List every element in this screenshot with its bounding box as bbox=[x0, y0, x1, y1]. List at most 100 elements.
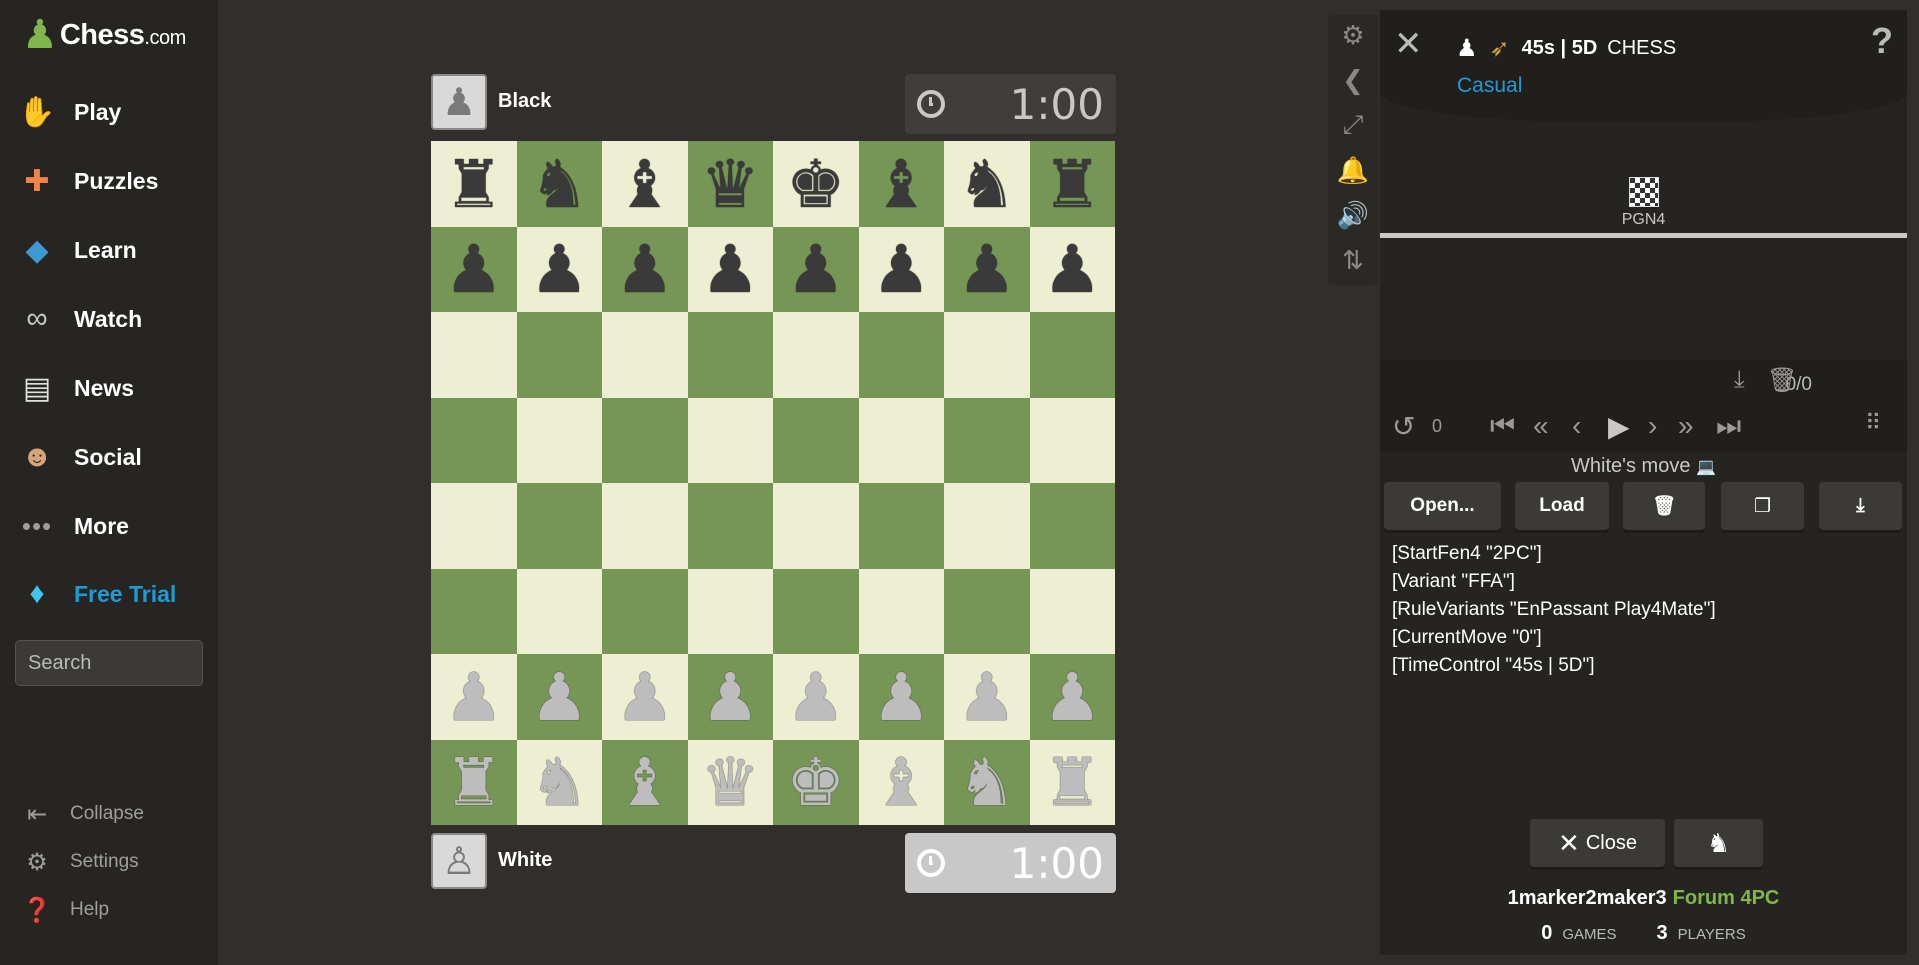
white-pawn-piece[interactable]: ♟ bbox=[530, 664, 589, 730]
trash-icon[interactable]: 🗑 bbox=[1767, 366, 1797, 395]
square-d2[interactable]: ♟ bbox=[687, 654, 773, 740]
last-move-icon[interactable]: ⏭ bbox=[1716, 410, 1741, 443]
square-c5[interactable] bbox=[602, 397, 688, 483]
black-pawn-piece[interactable]: ♟ bbox=[701, 236, 760, 302]
load-button[interactable]: Load bbox=[1515, 482, 1609, 530]
avatar[interactable]: ♙ bbox=[431, 833, 487, 889]
square-f3[interactable] bbox=[858, 568, 944, 654]
white-pawn-piece[interactable]: ♟ bbox=[872, 664, 931, 730]
white-pawn-piece[interactable]: ♟ bbox=[957, 664, 1016, 730]
square-d3[interactable] bbox=[687, 568, 773, 654]
square-d5[interactable] bbox=[687, 397, 773, 483]
square-f6[interactable] bbox=[858, 312, 944, 398]
square-e4[interactable] bbox=[773, 483, 859, 569]
square-g4[interactable] bbox=[944, 483, 1030, 569]
square-e5[interactable] bbox=[773, 397, 859, 483]
square-a6[interactable] bbox=[431, 312, 517, 398]
square-g5[interactable] bbox=[944, 397, 1030, 483]
black-rook-piece[interactable]: ♜ bbox=[1043, 151, 1102, 217]
square-a4[interactable] bbox=[431, 483, 517, 569]
black-knight-piece[interactable]: ♞ bbox=[957, 151, 1016, 217]
black-rook-piece[interactable]: ♜ bbox=[444, 151, 503, 217]
square-a3[interactable] bbox=[431, 568, 517, 654]
username[interactable]: 1marker2maker3 bbox=[1508, 887, 1667, 909]
flip-board-icon[interactable]: ⇅ bbox=[1328, 240, 1378, 280]
next-move-icon[interactable]: › bbox=[1648, 410, 1657, 442]
sidebar-item-learn[interactable]: ◆ Learn bbox=[16, 225, 206, 275]
chess-board[interactable]: ♜ ♞ ♝ ♛ ♚ ♝ ♞ ♜ ♟ ♟ ♟ ♟ ♟ ♟ ♟ ♟ ♟ ♟ ♟ ♟ ♟ ♟ ♟ ♟ ♜ ♞ ♝ ♛ ♚ ♝ ♞ ♜ bbox=[431, 141, 1115, 825]
white-knight-piece[interactable]: ♞ bbox=[957, 749, 1016, 815]
sidebar-item-news[interactable]: ▤ News bbox=[16, 363, 206, 413]
copy-pgn-button[interactable]: ❐ bbox=[1721, 482, 1804, 530]
square-a5[interactable] bbox=[431, 397, 517, 483]
square-g7[interactable]: ♟ bbox=[944, 226, 1030, 312]
square-g6[interactable] bbox=[944, 312, 1030, 398]
square-b7[interactable]: ♟ bbox=[516, 226, 602, 312]
square-b4[interactable] bbox=[516, 483, 602, 569]
square-c3[interactable] bbox=[602, 568, 688, 654]
search-input[interactable] bbox=[15, 640, 203, 686]
white-bishop-piece[interactable]: ♝ bbox=[872, 749, 931, 815]
square-h8[interactable]: ♜ bbox=[1029, 141, 1115, 227]
top-player-name[interactable]: Black bbox=[498, 90, 551, 113]
square-a2[interactable]: ♟ bbox=[431, 654, 517, 740]
square-d7[interactable]: ♟ bbox=[687, 226, 773, 312]
forum-link[interactable]: Forum 4PC bbox=[1673, 887, 1780, 909]
square-b2[interactable]: ♟ bbox=[516, 654, 602, 740]
square-c1[interactable]: ♝ bbox=[602, 739, 688, 825]
square-e6[interactable] bbox=[773, 312, 859, 398]
square-b3[interactable] bbox=[516, 568, 602, 654]
black-knight-piece[interactable]: ♞ bbox=[530, 151, 589, 217]
chess-com-logo[interactable]: ♟ Chess.com bbox=[22, 10, 186, 60]
collapse-button[interactable]: ⇤ Collapse bbox=[20, 797, 144, 831]
square-f7[interactable]: ♟ bbox=[858, 226, 944, 312]
square-c8[interactable]: ♝ bbox=[602, 141, 688, 227]
square-e3[interactable] bbox=[773, 568, 859, 654]
square-h2[interactable]: ♟ bbox=[1029, 654, 1115, 740]
resize-handle-icon[interactable]: ⠿ bbox=[1865, 410, 1881, 436]
sound-icon[interactable]: 🔊 bbox=[1328, 195, 1378, 235]
play-icon[interactable]: ▶ bbox=[1608, 410, 1630, 443]
square-a1[interactable]: ♜ bbox=[431, 739, 517, 825]
black-pawn-piece[interactable]: ♟ bbox=[444, 236, 503, 302]
rated-mode-link[interactable]: Casual bbox=[1457, 74, 1522, 98]
square-g8[interactable]: ♞ bbox=[944, 141, 1030, 227]
fast-back-icon[interactable]: « bbox=[1533, 410, 1549, 442]
sidebar-item-watch[interactable]: ∞ Watch bbox=[16, 294, 206, 344]
white-pawn-piece[interactable]: ♟ bbox=[786, 664, 845, 730]
download-icon[interactable]: ⤓ bbox=[1734, 366, 1745, 394]
square-d1[interactable]: ♛ bbox=[687, 739, 773, 825]
help-link[interactable]: ❓ Help bbox=[20, 893, 109, 927]
black-pawn-piece[interactable]: ♟ bbox=[1043, 236, 1102, 302]
black-pawn-piece[interactable]: ♟ bbox=[872, 236, 931, 302]
square-f2[interactable]: ♟ bbox=[858, 654, 944, 740]
sidebar-item-free-trial[interactable]: ♦ Free Trial bbox=[16, 569, 206, 619]
square-b5[interactable] bbox=[516, 397, 602, 483]
black-queen-piece[interactable]: ♛ bbox=[701, 151, 760, 217]
black-king-piece[interactable]: ♚ bbox=[786, 151, 845, 217]
square-e2[interactable]: ♟ bbox=[773, 654, 859, 740]
square-d8[interactable]: ♛ bbox=[687, 141, 773, 227]
delete-pgn-button[interactable]: 🗑 bbox=[1623, 482, 1705, 530]
white-rook-piece[interactable]: ♜ bbox=[1043, 749, 1102, 815]
black-bishop-piece[interactable]: ♝ bbox=[615, 151, 674, 217]
white-king-piece[interactable]: ♚ bbox=[786, 749, 845, 815]
square-b6[interactable] bbox=[516, 312, 602, 398]
white-queen-piece[interactable]: ♛ bbox=[701, 749, 760, 815]
square-h6[interactable] bbox=[1029, 312, 1115, 398]
sidebar-item-more[interactable]: ••• More bbox=[16, 501, 206, 551]
bell-icon[interactable]: 🔔 bbox=[1328, 150, 1378, 190]
square-h4[interactable] bbox=[1029, 483, 1115, 569]
square-f8[interactable]: ♝ bbox=[858, 141, 944, 227]
download-pgn-button[interactable]: ⤓ bbox=[1819, 482, 1902, 530]
bottom-player-name[interactable]: White bbox=[498, 849, 552, 872]
white-knight-piece[interactable]: ♞ bbox=[530, 749, 589, 815]
close-game-button[interactable]: ✕ Close bbox=[1530, 819, 1665, 867]
fullscreen-icon[interactable]: ⤢ bbox=[1328, 105, 1378, 145]
square-d4[interactable] bbox=[687, 483, 773, 569]
square-h1[interactable]: ♜ bbox=[1029, 739, 1115, 825]
square-b8[interactable]: ♞ bbox=[516, 141, 602, 227]
back-arrow-icon[interactable]: ❮ bbox=[1328, 60, 1378, 100]
fast-forward-icon[interactable]: » bbox=[1678, 410, 1694, 442]
white-pawn-piece[interactable]: ♟ bbox=[615, 664, 674, 730]
